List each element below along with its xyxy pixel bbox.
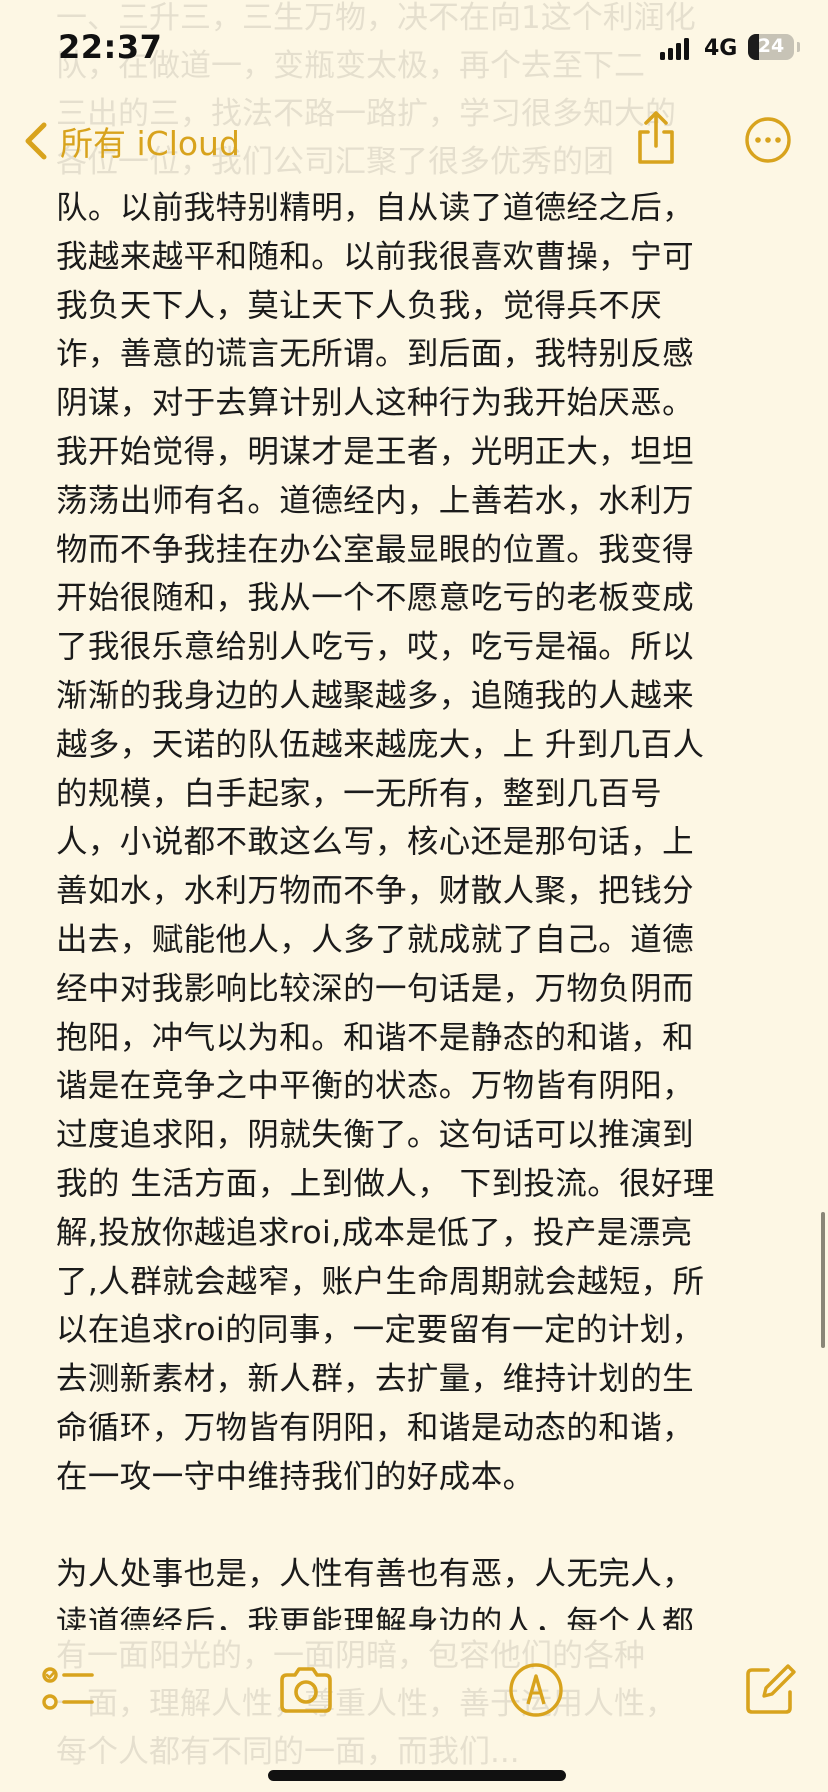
- note-paragraph: 为人处事也是，人性有善也有恶，人无完人， 读道德经后，我更能理解身边的人，每个人…: [56, 1556, 695, 1630]
- chevron-left-icon: [25, 122, 47, 160]
- more-button[interactable]: [744, 116, 792, 164]
- signal-bars-icon: [660, 38, 692, 60]
- checklist-icon: [42, 1667, 94, 1710]
- more-icon: [745, 117, 791, 163]
- status-bar: 22:37 4G 24: [0, 0, 828, 98]
- scrollbar-thumb[interactable]: [821, 1212, 825, 1348]
- network-type: 4G: [704, 36, 738, 61]
- share-icon: [638, 111, 674, 164]
- markup-button[interactable]: [506, 1660, 566, 1720]
- home-indicator[interactable]: [268, 1770, 566, 1781]
- note-paragraph: 队。以前我特别精明，自从读了道德经之后， 我越来越平和随和。以前我很喜欢曹操，宁…: [56, 190, 715, 1495]
- battery-icon: 24: [748, 34, 794, 60]
- compose-icon: [746, 1664, 796, 1714]
- battery-level: 24: [757, 35, 785, 57]
- status-time: 22:37: [58, 28, 163, 66]
- compose-button[interactable]: [740, 1660, 800, 1720]
- camera-icon: [280, 1667, 332, 1713]
- checklist-button[interactable]: [40, 1660, 100, 1720]
- markup-pen-icon: [509, 1663, 563, 1717]
- back-button-label: 所有 iCloud: [60, 124, 240, 163]
- back-button[interactable]: 所有 iCloud: [22, 116, 240, 166]
- bottom-toolbar: [0, 1660, 828, 1724]
- note-body[interactable]: 队。以前我特别精明，自从读了道德经之后， 我越来越平和随和。以前我很喜欢曹操，宁…: [56, 184, 776, 1630]
- share-button[interactable]: [632, 110, 680, 166]
- navigation-bar: 所有 iCloud: [0, 98, 828, 184]
- battery-nub: [797, 42, 800, 52]
- camera-button[interactable]: [276, 1660, 336, 1720]
